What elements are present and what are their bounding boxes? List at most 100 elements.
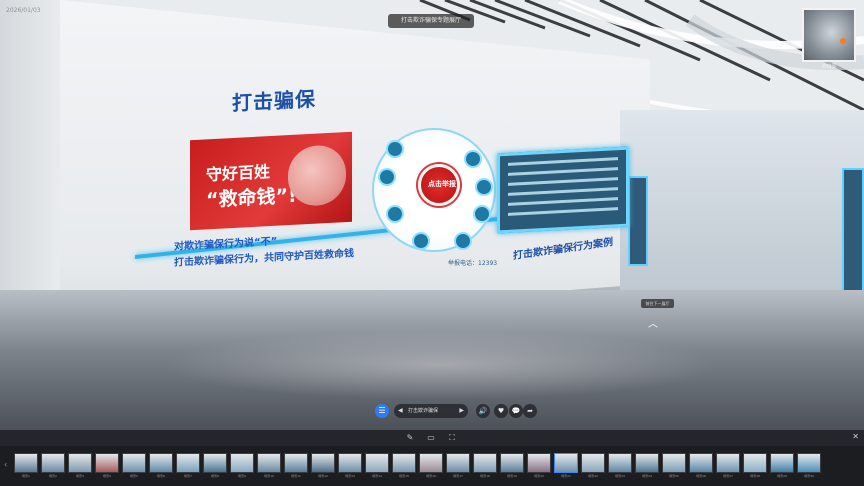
thumbnail-caption: 场景16 [426,474,436,478]
thumbnail-image [716,453,740,473]
thumbnail-list: 场景1 场景2 场景3 场景4 场景5 场景6 场景7 场景8 场景9 场景10 场景11 场景12 场… [14,453,854,483]
fullscreen-icon[interactable]: ⛶ [447,433,457,443]
volume-icon[interactable]: 🔊 [476,404,490,418]
thumbnail-image [635,453,659,473]
thumbnail-caption: 场景25 [669,474,679,478]
chevron-left-icon[interactable]: ‹ [4,460,7,469]
scene-thumbnail[interactable]: 场景15 [392,453,416,483]
scene-thumbnail[interactable]: 场景24 [635,453,659,483]
scene-thumbnail[interactable]: 场景3 [68,453,92,483]
banner-line2: “救命钱”! [206,184,297,212]
thumbnail-image [500,453,524,473]
comment-icon[interactable]: 💬 [509,404,523,418]
scene-thumbnail[interactable]: 场景8 [203,453,227,483]
thumbnail-caption: 场景28 [750,474,760,478]
report-phone: 举报电话：12393 [448,260,498,267]
scene-thumbnail[interactable]: 场景22 [581,453,605,483]
thumbnail-image [743,453,767,473]
scene-list-button[interactable]: ☰ [375,404,389,418]
thumbnail-caption: 场景27 [723,474,733,478]
thumbnail-caption: 场景13 [345,474,355,478]
like-icon[interactable]: ♥ [494,404,508,418]
scene-thumbnail[interactable]: 场景25 [662,453,686,483]
scene-thumbnail[interactable]: 场景11 [284,453,308,483]
thumbnail-caption: 场景5 [130,474,138,478]
circle-node [378,168,396,186]
track-name: 打击欺诈骗保 [408,408,439,414]
share-icon[interactable]: ➦ [523,404,537,418]
thumbnail-caption: 场景21 [561,474,571,478]
thumbnail-image [176,453,200,473]
scene-thumbnail[interactable]: 场景26 [689,453,713,483]
thumbnail-image [122,453,146,473]
scene-thumbnail[interactable]: 场景13 [338,453,362,483]
thumbnail-image [311,453,335,473]
scene-thumbnail[interactable]: 场景30 [797,453,821,483]
scene-thumbnail[interactable]: 场景4 [95,453,119,483]
circle-node [412,232,430,250]
scene-thumbnail[interactable]: 场景16 [419,453,443,483]
scene-thumbnail[interactable]: 场景17 [446,453,470,483]
top-left-info: 2026/01/03 [6,7,41,14]
thumbnail-caption: 场景18 [480,474,490,478]
thumbnail-image [365,453,389,473]
scene-thumbnail[interactable]: 场景14 [365,453,389,483]
scene-thumbnail[interactable]: 场景27 [716,453,740,483]
scene-thumbnail[interactable]: 场景29 [770,453,794,483]
circle-node [386,140,404,158]
thumbnail-caption: 场景29 [777,474,787,478]
thumbnail-caption: 场景4 [103,474,111,478]
thumbnail-image [203,453,227,473]
scene-thumbnail[interactable]: 场景9 [230,453,254,483]
thumbnail-image [284,453,308,473]
thumbnail-caption: 场景19 [507,474,517,478]
thumbnail-image [95,453,119,473]
scene-thumbnail[interactable]: 场景2 [41,453,65,483]
scene-thumbnail[interactable]: 场景19 [500,453,524,483]
thumbnail-caption: 场景14 [372,474,382,478]
thumbnail-image [41,453,65,473]
thumbnail-caption: 场景20 [534,474,544,478]
thumbnail-caption: 场景10 [264,474,274,478]
edit-icon[interactable]: ✎ [405,433,415,443]
thumbnail-image [473,453,497,473]
minimap[interactable] [802,8,856,62]
scene-thumbnail[interactable]: 场景21 [554,453,578,483]
current-location-icon [840,38,846,44]
thumbnail-image [446,453,470,473]
thumbnail-caption: 场景24 [642,474,652,478]
scene-thumbnail[interactable]: 场景20 [527,453,551,483]
close-icon[interactable]: ✕ [852,432,859,441]
scene-thumbnail[interactable]: 场景10 [257,453,281,483]
next-track-button[interactable]: ▶ [459,404,464,418]
scene-thumbnail[interactable]: 场景23 [608,453,632,483]
thumbnail-caption: 场景23 [615,474,625,478]
wall-title: 打击骗保 [232,86,316,116]
scene-title: 打击欺诈骗保专题展厅 [388,14,474,28]
thumbnail-image [14,453,38,473]
scene-thumbnail[interactable]: 场景1 [14,453,38,483]
thumbnail-caption: 场景1 [22,474,30,478]
thumbnail-caption: 场景12 [318,474,328,478]
scene-thumbnail[interactable]: 场景28 [743,453,767,483]
thumbnail-caption: 场景15 [399,474,409,478]
banner-line1: 守好百姓 [206,162,271,185]
circle-node [454,232,472,250]
hotspot-arrow-icon[interactable]: ︿ [648,315,658,330]
scene-thumbnail[interactable]: 场景6 [149,453,173,483]
scene-thumbnail[interactable]: 场景5 [122,453,146,483]
thumbnail-caption: 场景22 [588,474,598,478]
report-button[interactable]: 点击举报 [418,164,460,206]
hotspot-label[interactable]: 前往下一展厅 [641,299,674,308]
panorama-viewport[interactable]: 打击骗保 守好百姓 “救命钱”! 对欺诈骗保行为说“不” 打击欺诈骗保行为，共同… [0,0,864,430]
scene-thumbnail[interactable]: 场景12 [311,453,335,483]
prev-track-button[interactable]: ◀ [398,404,403,418]
gallery-icon[interactable]: ▭ [426,433,436,443]
thumbnail-image [770,453,794,473]
thumbnail-caption: 场景3 [76,474,84,478]
scene-thumbnail[interactable]: 场景18 [473,453,497,483]
red-banner: 守好百姓 “救命钱”! [190,131,352,231]
thumbnail-image [68,453,92,473]
thumbnail-image [230,453,254,473]
scene-thumbnail[interactable]: 场景7 [176,453,200,483]
